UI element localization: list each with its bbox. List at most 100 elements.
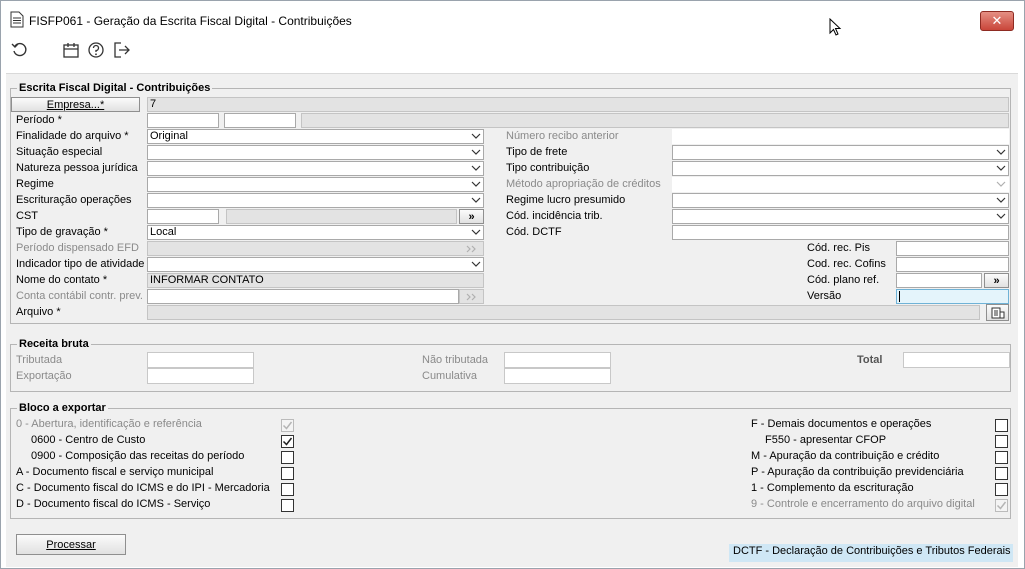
block-checkbox[interactable]: [995, 467, 1008, 480]
periodo-inicio-input[interactable]: [147, 113, 219, 128]
block-label: M - Apuração da contribuição e crédito: [751, 450, 940, 462]
empresa-field: 7: [147, 97, 1009, 112]
finalidade-label: Finalidade do arquivo *: [16, 130, 129, 142]
block-checkbox[interactable]: [995, 435, 1008, 448]
metodo-select: [672, 177, 1009, 192]
block-checkbox[interactable]: [995, 451, 1008, 464]
cod-plano-label: Cód. plano ref.: [807, 274, 880, 286]
arquivo-label: Arquivo *: [16, 306, 61, 318]
chevron-down-icon: [996, 197, 1006, 203]
cumulativa-input[interactable]: [504, 368, 611, 384]
block-checkbox[interactable]: [281, 483, 294, 496]
tipo-contribuicao-label: Tipo contribuição: [506, 162, 590, 174]
calendar-icon[interactable]: [62, 41, 80, 59]
block-checkbox[interactable]: [281, 499, 294, 512]
cod-plano-input[interactable]: [896, 273, 982, 288]
block-checkbox[interactable]: [281, 467, 294, 480]
close-button[interactable]: ✕: [980, 11, 1014, 31]
regime-select[interactable]: [147, 177, 484, 192]
lookup-icon: [466, 293, 476, 301]
block-checkbox[interactable]: [995, 483, 1008, 496]
tipo-gravacao-label: Tipo de gravação *: [16, 226, 108, 238]
situacao-select[interactable]: [147, 145, 484, 160]
finalidade-value: Original: [150, 130, 188, 142]
window-title: FISFP061 - Geração da Escrita Fiscal Dig…: [29, 14, 352, 28]
exportacao-label: Exportação: [16, 370, 72, 382]
block-label: A - Documento fiscal e serviço municipal: [16, 466, 214, 478]
block-checkbox[interactable]: [995, 419, 1008, 432]
tributada-input[interactable]: [147, 352, 254, 368]
tipo-contribuicao-select[interactable]: [672, 161, 1009, 176]
cod-incidencia-label: Cód. incidência trib.: [506, 210, 603, 222]
conta-contabil-label: Conta contábil contr. prev.: [16, 290, 143, 302]
processar-button-label: Processar: [46, 538, 96, 551]
block-checkbox[interactable]: [281, 451, 294, 464]
processar-button[interactable]: Processar: [16, 534, 126, 555]
cumulativa-label: Cumulativa: [422, 370, 478, 382]
block-label: D - Documento fiscal do ICMS - Serviço: [16, 498, 211, 510]
periodo-descricao-field: [301, 113, 1009, 128]
group-legend: Bloco a exportar: [17, 402, 108, 414]
numero-recibo-input: [672, 129, 1009, 144]
regime-lucro-label: Regime lucro presumido: [506, 194, 626, 206]
refresh-icon[interactable]: [11, 41, 29, 59]
metodo-label: Método apropriação de créditos: [506, 178, 661, 190]
empresa-button-label: Empresa...*: [46, 98, 105, 111]
help-icon[interactable]: [87, 41, 105, 59]
cst-descricao-field: [226, 209, 457, 224]
cod-dctf-label: Cód. DCTF: [506, 226, 562, 238]
application-window: FISFP061 - Geração da Escrita Fiscal Dig…: [0, 0, 1025, 569]
chevron-down-icon: [471, 261, 481, 267]
cod-dctf-input[interactable]: [672, 225, 1009, 240]
periodo-dispensado-field: [147, 241, 484, 256]
tributada-label: Tributada: [16, 354, 63, 366]
lookup-icon: [466, 245, 476, 253]
document-icon: [10, 11, 24, 28]
cst-input[interactable]: [147, 209, 219, 224]
chevron-down-icon: [996, 149, 1006, 155]
status-bar: DCTF - Declaração de Contribuições e Tri…: [729, 544, 1013, 562]
chevron-down-icon: [996, 165, 1006, 171]
tipo-frete-label: Tipo de frete: [506, 146, 568, 158]
cst-lookup-button[interactable]: »: [459, 209, 484, 224]
cod-rec-cofins-input[interactable]: [896, 257, 1009, 272]
cod-incidencia-select[interactable]: [672, 209, 1009, 224]
periodo-fim-input[interactable]: [224, 113, 296, 128]
block-label: 0 - Abertura, identificação e referência: [16, 418, 202, 430]
group-legend: Escrita Fiscal Digital - Contribuições: [17, 82, 213, 94]
cod-plano-lookup-button[interactable]: »: [984, 273, 1009, 288]
arquivo-browse-button[interactable]: [986, 304, 1009, 321]
cod-rec-pis-input[interactable]: [896, 241, 1009, 256]
periodo-label: Período *: [16, 114, 62, 126]
text-caret: [899, 291, 900, 302]
indicador-label: Indicador tipo de atividade: [16, 258, 145, 270]
chevron-down-icon: [471, 149, 481, 155]
block-checkbox[interactable]: [281, 435, 294, 448]
tipo-gravacao-select[interactable]: Local: [147, 225, 484, 240]
checkmark-icon: [282, 437, 293, 446]
nome-contato-input[interactable]: INFORMAR CONTATO: [147, 273, 484, 288]
checkmark-icon: [282, 421, 293, 430]
chevron-down-icon: [471, 133, 481, 139]
chevron-down-icon: [471, 229, 481, 235]
indicador-select[interactable]: [147, 257, 484, 272]
nao-tributada-input[interactable]: [504, 352, 611, 368]
tipo-frete-select[interactable]: [672, 145, 1009, 160]
exit-icon[interactable]: [113, 41, 131, 59]
chevron-down-icon: [471, 197, 481, 203]
checkmark-icon: [996, 501, 1007, 510]
block-label: 0600 - Centro de Custo: [31, 434, 146, 446]
versao-label: Versão: [807, 290, 842, 302]
natureza-select[interactable]: [147, 161, 484, 176]
conta-contabil-lookup: [459, 289, 484, 304]
escrituracao-select[interactable]: [147, 193, 484, 208]
arquivo-input[interactable]: [147, 305, 980, 320]
empresa-button[interactable]: Empresa...*: [11, 97, 140, 112]
chevron-down-icon: [471, 181, 481, 187]
versao-input[interactable]: [896, 289, 1009, 304]
exportacao-input[interactable]: [147, 368, 254, 384]
regime-lucro-select[interactable]: [672, 193, 1009, 208]
escrituracao-label: Escrituração operações: [16, 194, 132, 206]
situacao-label: Situação especial: [16, 146, 103, 158]
finalidade-select[interactable]: Original: [147, 129, 484, 144]
